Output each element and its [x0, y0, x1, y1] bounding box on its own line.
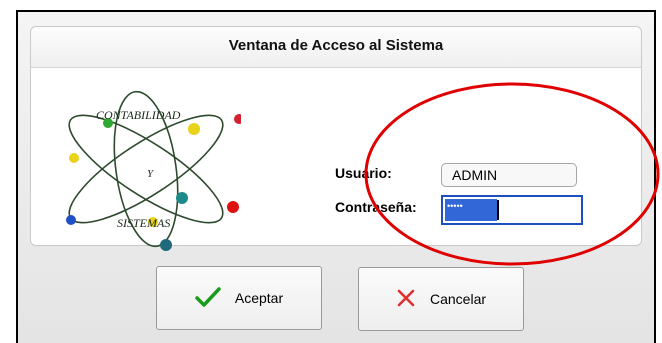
cancel-button-label: Cancelar: [429, 291, 487, 307]
password-field[interactable]: •••••: [441, 195, 583, 225]
logo-text-top: CONTABILIDAD: [96, 108, 181, 122]
text-caret: [497, 200, 499, 220]
cancel-button[interactable]: Cancelar: [358, 267, 524, 331]
logo-text-middle: Y: [147, 168, 155, 180]
login-panel: Ventana de Acceso al Sistema CONTABILIDA…: [30, 26, 642, 251]
x-icon: [396, 288, 416, 311]
checkmark-icon: [195, 286, 221, 311]
logo-text-bottom: SISTEMAS: [117, 216, 170, 230]
window-title: Ventana de Acceso al Sistema: [228, 37, 444, 54]
accept-button[interactable]: Aceptar: [156, 266, 322, 330]
contabilidad-sistemas-logo: CONTABILIDAD Y SISTEMAS: [66, 90, 241, 251]
password-selection: •••••: [445, 199, 497, 221]
accept-button-label: Aceptar: [234, 290, 284, 306]
login-window: Ventana de Acceso al Sistema CONTABILIDA…: [16, 10, 656, 343]
user-label: Usuario:: [335, 165, 392, 181]
panel-header: Ventana de Acceso al Sistema: [31, 27, 641, 68]
username-field[interactable]: ADMIN: [441, 163, 577, 187]
password-label: Contraseña:: [335, 199, 417, 215]
